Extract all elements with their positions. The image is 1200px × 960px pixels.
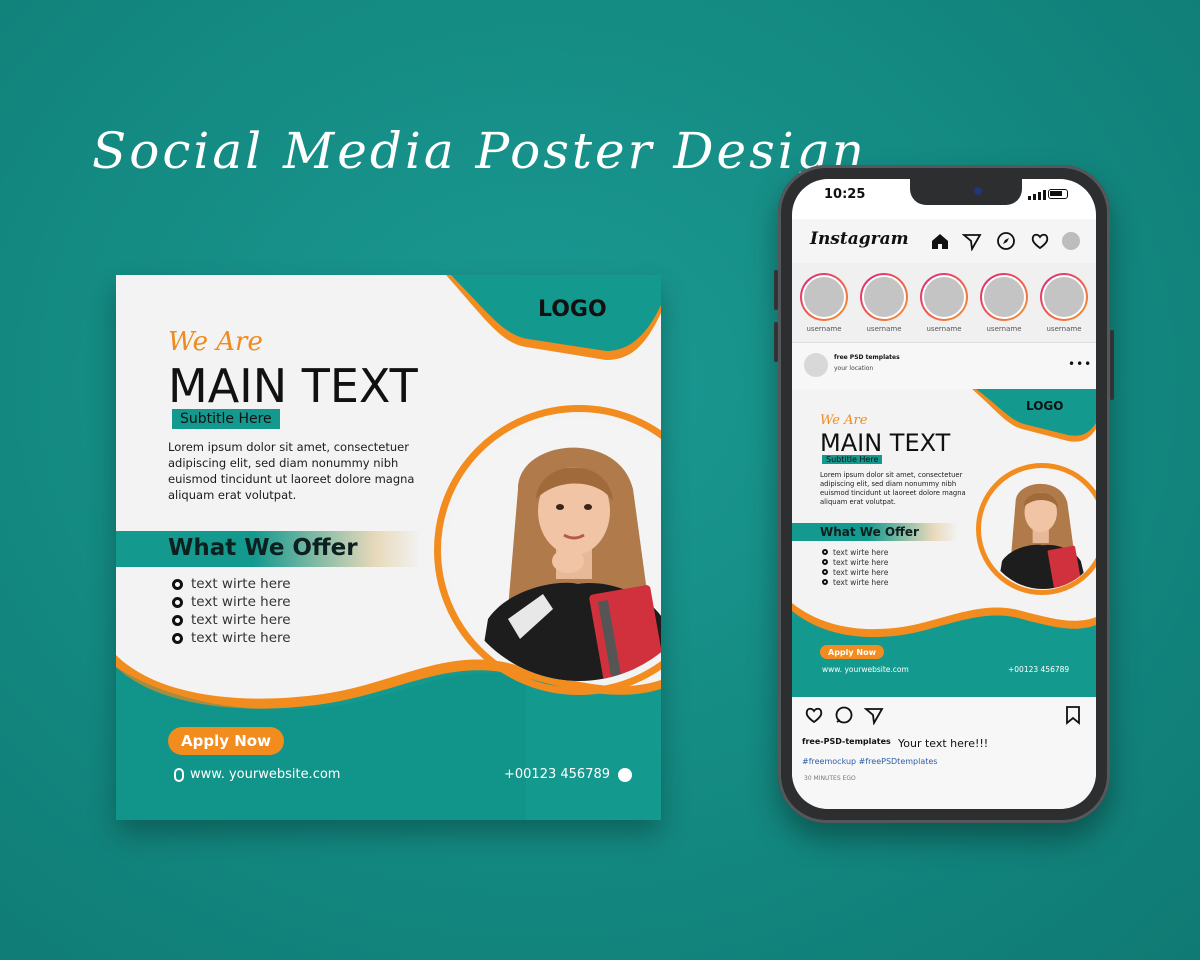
phone-line: +00123 456789 [504, 767, 633, 782]
list-item: text wirte here [172, 611, 291, 629]
list-item: text wirte here [822, 547, 888, 557]
list-item: text wirte here [172, 593, 291, 611]
offer-list: text wirte here text wirte here text wir… [172, 575, 291, 647]
offer-title: What We Offer [168, 535, 358, 561]
post-header: free PSD templates your location ••• [792, 343, 1096, 389]
mini-website: www. yourwebsite.com [822, 665, 909, 674]
story-item[interactable]: username [920, 273, 968, 333]
bullet-icon [172, 632, 183, 644]
post-author[interactable]: free PSD templates [834, 354, 900, 361]
story-item[interactable]: username [1040, 273, 1088, 333]
caption-text: Your text here!!! [898, 737, 989, 750]
bookmark-icon[interactable] [1064, 705, 1082, 725]
power-button [1110, 330, 1114, 400]
heart-icon[interactable] [1030, 231, 1050, 251]
battery-icon [1048, 189, 1068, 199]
author-avatar[interactable] [804, 353, 828, 377]
mini-subtitle: Subtitle Here [822, 455, 883, 464]
home-icon[interactable] [930, 231, 950, 251]
story-item[interactable]: username [800, 273, 848, 333]
website-text: www. yourwebsite.com [190, 767, 341, 782]
mini-student-illustration [984, 471, 1096, 589]
mini-apply-button[interactable]: Apply Now [820, 645, 884, 659]
share-icon[interactable] [864, 705, 884, 725]
mini-we-are: We Are [820, 413, 868, 428]
phone-mockup: 10:25 Instagram username username userna… [778, 165, 1110, 823]
mini-main-text: MAIN TEXT [820, 429, 951, 457]
we-are-label: We Are [168, 327, 263, 357]
story-item[interactable]: username [860, 273, 908, 333]
profile-avatar[interactable] [1062, 232, 1080, 250]
bullet-icon [822, 559, 828, 565]
phone-screen: 10:25 Instagram username username userna… [792, 179, 1096, 809]
more-options-icon[interactable]: ••• [1068, 357, 1092, 371]
list-item: text wirte here [172, 575, 291, 593]
story-item[interactable]: username [980, 273, 1028, 333]
phone-text: +00123 456789 [504, 767, 611, 782]
post-actions: free-PSD-templates Your text here!!! #fr… [792, 697, 1096, 809]
list-item: text wirte here [172, 629, 291, 647]
bullet-icon [822, 549, 828, 555]
bullet-icon [172, 596, 183, 608]
phone-notch [910, 179, 1022, 205]
apply-now-button[interactable]: Apply Now [168, 727, 284, 755]
post-timestamp: 30 MINUTES EGO [804, 775, 856, 782]
instagram-header: Instagram [792, 219, 1096, 263]
body-paragraph: Lorem ipsum dolor sit amet, consectetuer… [168, 440, 415, 502]
website-line: www. yourwebsite.com [174, 767, 340, 782]
list-item: text wirte here [822, 567, 888, 577]
mini-logo: LOGO [1026, 399, 1064, 413]
signal-icon [1028, 190, 1046, 200]
comment-icon[interactable] [834, 705, 854, 725]
list-item: text wirte here [822, 577, 888, 587]
stories-row: username username username username user… [792, 263, 1096, 343]
bullet-icon [172, 614, 183, 626]
headline-script: Social Media Poster Design [92, 122, 867, 180]
send-icon[interactable] [962, 231, 982, 251]
bullet-icon [172, 578, 183, 590]
subtitle-badge: Subtitle Here [172, 409, 280, 429]
bullet-icon [822, 569, 828, 575]
caption-brand[interactable]: free-PSD-templates [802, 737, 891, 746]
mini-model-photo [984, 471, 1096, 589]
mini-offer-title: What We Offer [820, 525, 919, 539]
post-location: your location [834, 365, 874, 372]
hashtags[interactable]: #freemockup #freePSDtemplates [802, 757, 937, 766]
poster-large: LOGO We Are MAIN TEXT Subtitle Here Lore… [116, 275, 661, 820]
post-image: LOGO We Are MAIN TEXT Subtitle Here Lore… [792, 389, 1096, 697]
bullet-icon [822, 579, 828, 585]
mini-body-paragraph: Lorem ipsum dolor sit amet, consectetuer… [820, 471, 966, 506]
user-icon [618, 767, 633, 782]
main-text: MAIN TEXT [168, 359, 418, 413]
camera-icon [974, 187, 982, 195]
mini-phone: +00123 456789 [1008, 665, 1070, 674]
instagram-logo[interactable]: Instagram [810, 229, 909, 249]
mouse-icon [174, 767, 184, 782]
logo-text: LOGO [538, 297, 607, 322]
mini-offer-list: text wirte here text wirte here text wir… [822, 547, 888, 587]
like-icon[interactable] [804, 705, 824, 725]
list-item: text wirte here [822, 557, 888, 567]
status-time: 10:25 [824, 187, 866, 202]
explore-icon[interactable] [996, 231, 1016, 251]
